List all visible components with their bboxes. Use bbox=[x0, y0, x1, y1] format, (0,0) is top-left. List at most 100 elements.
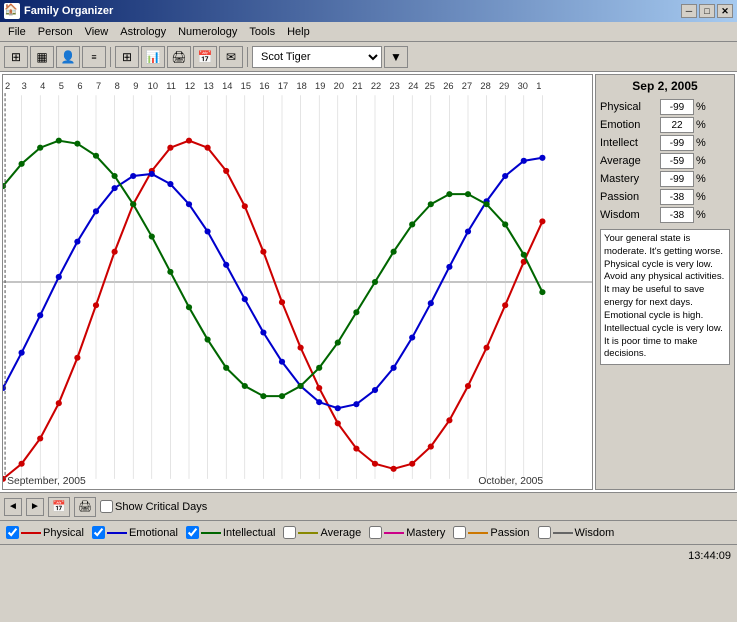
app-icon: 🏠 bbox=[4, 3, 20, 19]
svg-text:14: 14 bbox=[222, 81, 232, 91]
menu-numerology[interactable]: Numerology bbox=[172, 24, 243, 40]
wisdom-value: -38 bbox=[660, 207, 694, 223]
average-label: Average bbox=[600, 155, 660, 167]
toolbar-btn-8[interactable]: 📅 bbox=[193, 46, 217, 68]
svg-text:19: 19 bbox=[315, 81, 325, 91]
svg-text:13: 13 bbox=[203, 81, 213, 91]
legend-passion[interactable]: Passion bbox=[453, 526, 529, 539]
status-bar: 13:44:09 bbox=[0, 544, 737, 566]
legend-wisdom-check[interactable] bbox=[538, 526, 551, 539]
month-start-label: September, 2005 bbox=[7, 476, 86, 487]
menu-view[interactable]: View bbox=[79, 24, 115, 40]
menu-astrology[interactable]: Astrology bbox=[114, 24, 172, 40]
show-critical-days-text: Show Critical Days bbox=[115, 501, 207, 513]
legend-mastery-check[interactable] bbox=[369, 526, 382, 539]
legend-emotional-color bbox=[107, 532, 127, 534]
passion-label: Passion bbox=[600, 191, 660, 203]
toolbar-btn-6[interactable]: 📊 bbox=[141, 46, 165, 68]
mastery-row: Mastery -99 % bbox=[600, 171, 730, 187]
toolbar-btn-3[interactable]: 👤 bbox=[56, 46, 80, 68]
intellect-pct: % bbox=[696, 137, 706, 149]
menu-person[interactable]: Person bbox=[32, 24, 79, 40]
svg-text:4: 4 bbox=[40, 81, 45, 91]
mastery-label: Mastery bbox=[600, 173, 660, 185]
legend-intellectual[interactable]: Intellectual bbox=[186, 526, 276, 539]
toolbar-btn-9[interactable]: ✉ bbox=[219, 46, 243, 68]
legend-average-label: Average bbox=[320, 527, 361, 539]
emotion-label: Emotion bbox=[600, 119, 660, 131]
svg-text:23: 23 bbox=[389, 81, 399, 91]
date-display: Sep 2, 2005 bbox=[600, 79, 730, 93]
physical-label: Physical bbox=[600, 101, 660, 113]
average-row: Average -59 % bbox=[600, 153, 730, 169]
legend-emotional[interactable]: Emotional bbox=[92, 526, 178, 539]
legend-physical-check[interactable] bbox=[6, 526, 19, 539]
mastery-value: -99 bbox=[660, 171, 694, 187]
toolbar-btn-7[interactable]: 🖨 bbox=[167, 46, 191, 68]
toolbar-btn-1[interactable]: ⊞ bbox=[4, 46, 28, 68]
right-panel: Sep 2, 2005 Physical -99 % Emotion 22 % … bbox=[595, 74, 735, 490]
intellect-value: -99 bbox=[660, 135, 694, 151]
show-critical-days-checkbox[interactable] bbox=[100, 500, 113, 513]
legend-average-check[interactable] bbox=[283, 526, 296, 539]
svg-text:8: 8 bbox=[115, 81, 120, 91]
nav-prev-button[interactable]: ◄ bbox=[4, 498, 22, 516]
legend-average-color bbox=[298, 532, 318, 534]
svg-text:17: 17 bbox=[278, 81, 288, 91]
legend-average[interactable]: Average bbox=[283, 526, 361, 539]
svg-text:25: 25 bbox=[425, 81, 435, 91]
svg-text:24: 24 bbox=[408, 81, 418, 91]
average-pct: % bbox=[696, 155, 706, 167]
legend-emotional-label: Emotional bbox=[129, 527, 178, 539]
maximize-button[interactable]: □ bbox=[699, 4, 715, 18]
menu-tools[interactable]: Tools bbox=[243, 24, 281, 40]
toolbar-sep-2 bbox=[247, 47, 248, 67]
minimize-button[interactable]: ─ bbox=[681, 4, 697, 18]
menu-bar: File Person View Astrology Numerology To… bbox=[0, 22, 737, 42]
legend-intellectual-check[interactable] bbox=[186, 526, 199, 539]
svg-text:21: 21 bbox=[352, 81, 362, 91]
print-icon-btn[interactable]: 🖨 bbox=[74, 497, 96, 517]
physical-value: -99 bbox=[660, 99, 694, 115]
legend-emotional-check[interactable] bbox=[92, 526, 105, 539]
legend-physical[interactable]: Physical bbox=[6, 526, 84, 539]
legend-mastery-label: Mastery bbox=[406, 527, 445, 539]
physical-pct: % bbox=[696, 101, 706, 113]
toolbar-sep-1 bbox=[110, 47, 111, 67]
legend-passion-check[interactable] bbox=[453, 526, 466, 539]
menu-file[interactable]: File bbox=[2, 24, 32, 40]
svg-text:22: 22 bbox=[371, 81, 381, 91]
svg-text:2: 2 bbox=[5, 81, 10, 91]
nav-next-button[interactable]: ► bbox=[26, 498, 44, 516]
svg-text:1: 1 bbox=[536, 81, 541, 91]
svg-text:18: 18 bbox=[296, 81, 306, 91]
svg-text:30: 30 bbox=[518, 81, 528, 91]
legend-wisdom-color bbox=[553, 532, 573, 534]
person-dropdown-btn[interactable]: ▼ bbox=[384, 46, 408, 68]
clock-display: 13:44:09 bbox=[688, 550, 731, 562]
toolbar-btn-2[interactable]: ▦ bbox=[30, 46, 54, 68]
window-controls: ─ □ ✕ bbox=[681, 4, 733, 18]
average-value: -59 bbox=[660, 153, 694, 169]
svg-text:27: 27 bbox=[462, 81, 472, 91]
svg-text:11: 11 bbox=[166, 81, 176, 91]
legend-wisdom[interactable]: Wisdom bbox=[538, 526, 615, 539]
emotion-value: 22 bbox=[660, 117, 694, 133]
calendar-icon-btn[interactable]: 📅 bbox=[48, 497, 70, 517]
toolbar: ⊞ ▦ 👤 ≡ ⊞ 📊 🖨 📅 ✉ Scot Tiger ▼ bbox=[0, 42, 737, 72]
menu-help[interactable]: Help bbox=[281, 24, 316, 40]
intellect-label: Intellect bbox=[600, 137, 660, 149]
legend-mastery[interactable]: Mastery bbox=[369, 526, 445, 539]
svg-text:10: 10 bbox=[148, 81, 158, 91]
toolbar-btn-4[interactable]: ≡ bbox=[82, 46, 106, 68]
bottom-toolbar: ◄ ► 📅 🖨 Show Critical Days bbox=[0, 492, 737, 520]
close-button[interactable]: ✕ bbox=[717, 4, 733, 18]
emotion-pct: % bbox=[696, 119, 706, 131]
svg-text:20: 20 bbox=[334, 81, 344, 91]
person-select[interactable]: Scot Tiger bbox=[252, 46, 382, 68]
legend-intellectual-color bbox=[201, 532, 221, 534]
show-critical-days-label[interactable]: Show Critical Days bbox=[100, 500, 207, 513]
legend-mastery-color bbox=[384, 532, 404, 534]
legend-wisdom-label: Wisdom bbox=[575, 527, 615, 539]
toolbar-btn-5[interactable]: ⊞ bbox=[115, 46, 139, 68]
